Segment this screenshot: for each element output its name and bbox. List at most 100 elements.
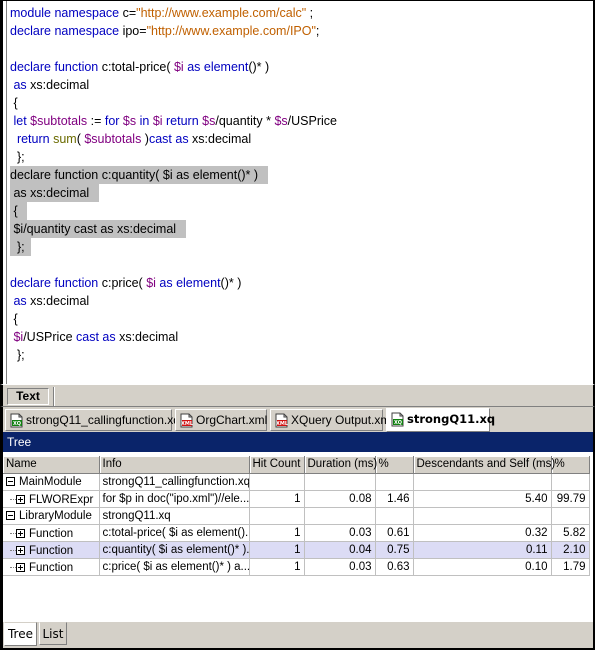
percent-cell	[375, 507, 414, 525]
code-line[interactable]: };	[10, 148, 25, 166]
column-header[interactable]: Hit Count	[249, 456, 305, 474]
column-header[interactable]: %	[551, 456, 590, 474]
code-token-plain: xs:decimal	[30, 294, 90, 308]
column-header[interactable]: Descendants and Self (ms)	[413, 456, 555, 474]
code-token-plain: xs:decimal	[30, 78, 90, 92]
code-token-kw: as	[10, 294, 31, 308]
percent-cell: 0.63	[375, 558, 414, 576]
percent-cell	[375, 473, 414, 491]
code-token-var: $s	[274, 114, 288, 128]
node-name: FLWORExpr	[29, 494, 94, 506]
code-line[interactable]: };	[10, 238, 31, 256]
node-name: LibraryModule	[19, 509, 92, 522]
code-token-plain: };	[10, 348, 25, 362]
expand-icon[interactable]	[16, 563, 25, 572]
duration-cell: 0.04	[304, 541, 376, 559]
code-line[interactable]: {	[10, 310, 17, 328]
duration-cell: 0.03	[304, 558, 376, 576]
code-token-plain: c:price(	[101, 276, 147, 290]
code-line[interactable]: as xs:decimal	[10, 292, 89, 310]
code-area[interactable]: module namespace c="http://www.example.c…	[6, 1, 593, 384]
code-line[interactable]: declare function c:price( $i as element(…	[10, 274, 241, 292]
hit-count-cell: 1	[249, 558, 305, 576]
descendants-cell: 0.32	[413, 524, 552, 542]
node-name: MainModule	[19, 475, 82, 488]
info-cell: strongQ11.xq	[99, 507, 250, 525]
panel-view-tabs: Tree List	[0, 622, 595, 650]
document-tab[interactable]: XML OrgChart.xml	[175, 409, 267, 431]
code-line[interactable]: as xs:decimal	[10, 184, 99, 202]
name-cell: Function	[3, 558, 100, 576]
svg-text:XQ: XQ	[394, 420, 402, 426]
percent-cell: 0.61	[375, 524, 414, 542]
code-token-kw: as	[10, 78, 31, 92]
code-line[interactable]: module namespace c="http://www.example.c…	[10, 4, 313, 22]
profile-tree-panel: Name Info Hit Count Duration (ms)% Descendan…	[0, 452, 595, 622]
table-row[interactable]: Function c:quantity( $i as element()* )..…	[3, 541, 590, 559]
document-tab[interactable]: XML XQuery Output.xml	[270, 409, 393, 431]
code-token-plain: ()* )	[220, 276, 242, 290]
tab-separator	[53, 387, 55, 406]
code-token-plain: declare function c:quantity( $i as eleme…	[10, 168, 262, 182]
percent-cell: 0.75	[375, 541, 414, 559]
document-tab[interactable]: XQ strongQ11_callingfunction.xq	[5, 409, 180, 431]
column-header[interactable]: Duration (ms)	[304, 456, 377, 474]
code-token-fn: sum	[53, 132, 77, 146]
code-token-var: $i	[146, 276, 156, 290]
code-token-plain: c=	[122, 6, 137, 20]
editor-view-tabs: Text	[0, 384, 595, 406]
expand-icon[interactable]	[16, 529, 25, 538]
code-line[interactable]: as xs:decimal	[10, 76, 89, 94]
hit-count-cell: 1	[249, 541, 305, 559]
expand-icon[interactable]	[16, 546, 25, 555]
profile-table: Name Info Hit Count Duration (ms)% Descendan…	[3, 456, 590, 576]
document-tab[interactable]: XQ strongQ11.xq	[386, 408, 495, 432]
descendants-cell: 5.40	[413, 490, 552, 508]
collapse-icon[interactable]	[6, 476, 15, 486]
code-line[interactable]: {	[10, 94, 17, 112]
table-row[interactable]: FLWORExpr for $p in doc("ipo.xml")//ele..…	[3, 490, 590, 508]
tab-tree[interactable]: Tree	[4, 622, 37, 646]
table-row[interactable]: MainModule strongQ11_callingfunction.xq	[3, 473, 590, 491]
code-token-plain: /USPrice	[287, 114, 337, 128]
code-token-plain: };	[10, 150, 25, 164]
code-line[interactable]: return sum( $subtotals )cast as xs:decim…	[10, 130, 251, 148]
name-cell: MainModule	[3, 473, 100, 491]
duration-cell: 0.08	[304, 490, 376, 508]
table-row[interactable]: Function c:price( $i as element()* ) a...…	[3, 558, 590, 576]
table-row[interactable]: Function c:total-price( $i as element()..…	[3, 524, 590, 542]
text-view-tab[interactable]: Text	[7, 388, 49, 405]
code-line[interactable]: $i/USPrice cast as xs:decimal	[10, 328, 178, 346]
code-token-plain: /USPrice	[23, 330, 76, 344]
code-line[interactable]: declare function c:total-price( $i as el…	[10, 58, 269, 76]
descendants-percent-cell: 1.79	[551, 558, 590, 576]
code-token-plain: as xs:decimal	[10, 186, 93, 200]
xml-file-icon: XML	[179, 413, 194, 428]
code-token-var: $i	[173, 60, 184, 74]
svg-text:XML: XML	[181, 421, 194, 427]
code-token-kw: declare namespace	[10, 24, 123, 38]
collapse-icon[interactable]	[6, 510, 15, 520]
code-token-var: $s	[202, 114, 216, 128]
tab-list[interactable]: List	[39, 622, 67, 645]
code-line[interactable]: $i/quantity cast as xs:decimal	[10, 220, 186, 238]
xq-file-icon: XQ	[9, 413, 24, 428]
column-header[interactable]: %	[375, 456, 414, 474]
code-token-var: $subtotals	[84, 132, 142, 146]
column-header[interactable]: Name	[3, 456, 100, 474]
expand-icon[interactable]	[16, 495, 25, 504]
code-line[interactable]: };	[10, 346, 25, 364]
node-name: Function	[29, 528, 74, 540]
code-line[interactable]: let $subtotals := for $s in $i return $s…	[10, 112, 337, 130]
document-tab-label: strongQ11_callingfunction.xq	[26, 413, 180, 427]
code-editor[interactable]: module namespace c="http://www.example.c…	[0, 0, 595, 384]
code-line[interactable]: {	[10, 202, 28, 220]
code-token-kw: as element	[183, 60, 249, 74]
code-token-kw: return	[10, 132, 54, 146]
hit-count-cell	[249, 473, 305, 491]
table-row[interactable]: LibraryModule strongQ11.xq	[3, 507, 590, 525]
code-line[interactable]: declare namespace ipo="http://www.exampl…	[10, 22, 319, 40]
code-token-plain: ipo=	[122, 24, 147, 38]
column-header[interactable]: Info	[99, 456, 250, 474]
code-line[interactable]: declare function c:quantity( $i as eleme…	[10, 166, 268, 184]
